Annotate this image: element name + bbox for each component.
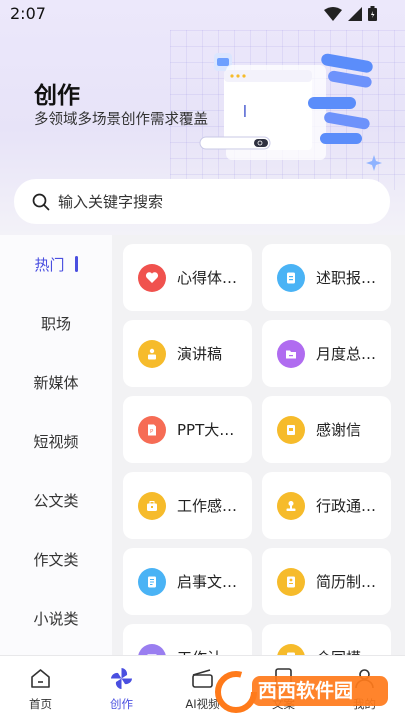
card-label: PPT大… <box>177 421 235 439</box>
card-label: 演讲稿 <box>177 345 223 363</box>
card-label: 行政通… <box>316 497 377 515</box>
template-card[interactable]: 月度总… <box>262 320 391 387</box>
watermark-text: 西西软件园 <box>258 680 354 702</box>
template-card[interactable]: 简历制… <box>262 548 391 615</box>
sidebar-item-essay[interactable]: 作文类 <box>0 549 112 570</box>
sidebar-item-hot[interactable]: 热门 <box>0 254 112 275</box>
page-title: 创作 <box>34 83 80 109</box>
cellular-icon <box>348 6 362 21</box>
card-label: 工作计… <box>177 647 237 655</box>
notice-icon <box>138 567 166 596</box>
folder-icon <box>277 339 305 368</box>
sidebar-item-short-video[interactable]: 短视频 <box>0 431 112 452</box>
contract-icon <box>277 643 305 655</box>
sidebar-item-label: 公文类 <box>33 492 79 510</box>
sidebar-item-official-docs[interactable]: 公文类 <box>0 490 112 511</box>
template-card[interactable]: P PPT大… <box>123 396 252 463</box>
calendar-icon <box>138 643 166 655</box>
page-subtitle: 多领域多场景创作需求覆盖 <box>34 112 208 128</box>
category-sidebar: 热门 职场 新媒体 短视频 公文类 作文类 小说类 <box>0 235 112 655</box>
sidebar-item-label: 新媒体 <box>33 374 79 392</box>
template-card[interactable]: 工作计… <box>123 624 252 655</box>
document-icon <box>277 263 305 292</box>
card-label: 启事文… <box>177 573 238 591</box>
sidebar-item-novel[interactable]: 小说类 <box>0 608 112 629</box>
pinwheel-icon <box>111 668 132 689</box>
sidebar-item-label: 作文类 <box>33 551 79 569</box>
tab-home[interactable]: 首页 <box>0 656 81 720</box>
card-label: 月度总… <box>316 345 377 363</box>
template-card[interactable]: 演讲稿 <box>123 320 252 387</box>
card-label: 心得体… <box>177 269 238 287</box>
template-grid: 心得体… 述职报… 演讲稿 月度总… P PPT大… 感谢信 工作感… 行政通…… <box>112 235 405 655</box>
heart-icon <box>138 263 166 292</box>
sidebar-item-label: 热门 <box>34 256 65 274</box>
status-bar: 2:07 <box>0 0 405 28</box>
card-label: 工作感… <box>177 497 238 515</box>
search-icon <box>32 193 50 210</box>
speaker-podium-icon <box>138 339 166 368</box>
search-input[interactable]: 输入关键字搜索 <box>58 191 163 212</box>
tab-create[interactable]: 创作 <box>81 656 162 720</box>
sidebar-item-new-media[interactable]: 新媒体 <box>0 372 112 393</box>
card-label: 简历制… <box>316 573 377 591</box>
home-icon <box>31 669 50 688</box>
briefcase-icon <box>138 491 166 520</box>
letter-icon <box>277 415 305 444</box>
sidebar-item-label: 小说类 <box>33 610 79 628</box>
ppt-file-icon: P <box>138 415 166 444</box>
search-box[interactable]: 输入关键字搜索 <box>14 179 390 224</box>
wifi-icon <box>324 6 342 21</box>
sidebar-item-workplace[interactable]: 职场 <box>0 313 112 334</box>
template-card[interactable]: 述职报… <box>262 244 391 311</box>
card-label: 感谢信 <box>316 421 362 439</box>
template-card[interactable]: 行政通… <box>262 472 391 539</box>
template-card[interactable]: 合同模… <box>262 624 391 655</box>
template-card[interactable]: 启事文… <box>123 548 252 615</box>
sidebar-item-label: 短视频 <box>33 433 79 451</box>
template-card[interactable]: 心得体… <box>123 244 252 311</box>
battery-icon <box>368 6 377 21</box>
stamp-icon <box>277 491 305 520</box>
card-label: 述职报… <box>316 269 377 287</box>
hero-illustration <box>199 53 382 171</box>
active-indicator <box>74 256 78 272</box>
tab-label: 首页 <box>29 697 52 711</box>
template-card[interactable]: 感谢信 <box>262 396 391 463</box>
sidebar-item-label: 职场 <box>40 315 71 333</box>
card-label: 合同模… <box>316 647 376 655</box>
tab-label: 创作 <box>110 697 133 711</box>
status-time: 2:07 <box>10 4 46 23</box>
template-card[interactable]: 工作感… <box>123 472 252 539</box>
resume-icon <box>277 567 305 596</box>
